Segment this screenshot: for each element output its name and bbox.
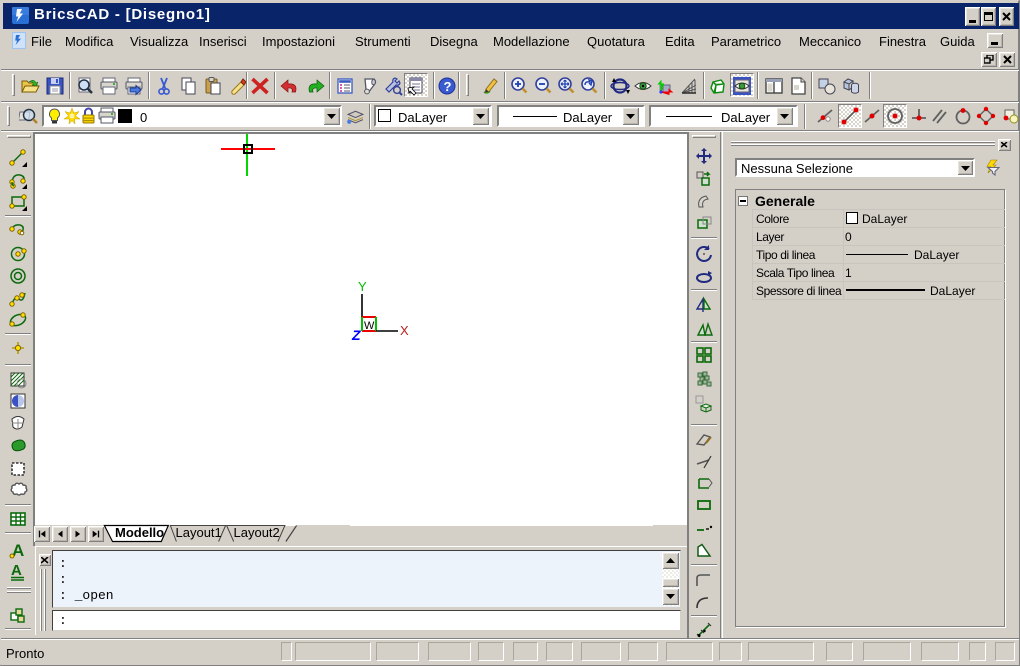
svg-text:A: A — [11, 562, 22, 579]
svg-text:Layout2: Layout2 — [234, 525, 280, 540]
svg-text:Modello: Modello — [115, 525, 164, 540]
svg-text:X: X — [400, 323, 409, 338]
svg-text:W: W — [364, 320, 375, 332]
svg-text:Z: Z — [351, 327, 361, 341]
svg-text:?: ? — [444, 79, 452, 94]
svg-text:Y: Y — [358, 279, 367, 294]
svg-text:Layout1: Layout1 — [176, 525, 222, 540]
